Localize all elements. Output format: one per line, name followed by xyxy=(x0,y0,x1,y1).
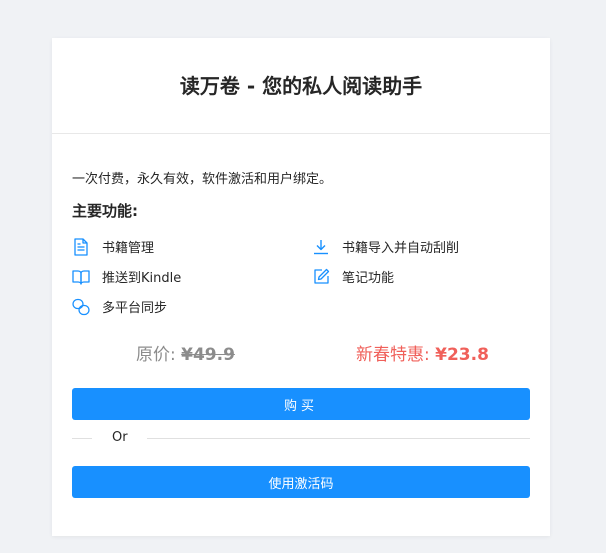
sync-icon xyxy=(72,298,90,316)
activation-code-button[interactable]: 使用激活码 xyxy=(72,466,530,498)
feature-label: 书籍管理 xyxy=(102,241,155,256)
book-icon xyxy=(72,268,90,286)
feature-label: 多平台同步 xyxy=(102,301,168,316)
sale-price: 新春特惠: ¥23.8 xyxy=(356,340,489,365)
features-title: 主要功能: xyxy=(72,202,138,220)
edit-icon xyxy=(312,268,330,286)
document-icon xyxy=(72,237,90,256)
purchase-card: 读万卷 - 您的私人阅读助手 一次付费，永久有效，软件激活和用户绑定。 主要功能… xyxy=(52,38,550,536)
feature-label: 推送到Kindle xyxy=(102,271,182,286)
page-title: 读万卷 - 您的私人阅读助手 xyxy=(179,74,423,98)
feature-label: 笔记功能 xyxy=(342,271,395,286)
or-divider: Or xyxy=(72,427,530,451)
divider-line-right xyxy=(147,438,530,439)
feature-item-kindle: 推送到Kindle xyxy=(72,267,181,286)
feature-item-notes: 笔记功能 xyxy=(312,267,394,286)
buy-button[interactable]: 购买 xyxy=(72,388,530,420)
sale-price-value: ¥23.8 xyxy=(435,345,489,365)
divider-line-left xyxy=(72,438,92,439)
original-price-value: ¥49.9 xyxy=(181,345,235,365)
feature-item-book-management: 书籍管理 xyxy=(72,237,154,256)
description: 一次付费，永久有效，软件激活和用户绑定。 xyxy=(72,172,333,187)
feature-item-sync: 多平台同步 xyxy=(72,297,167,316)
feature-label: 书籍导入并自动刮削 xyxy=(342,241,460,256)
original-price: 原价: ¥49.9 xyxy=(136,340,235,365)
download-icon xyxy=(312,238,330,256)
divider-text: Or xyxy=(112,430,128,445)
original-price-label: 原价: xyxy=(136,345,176,365)
feature-item-book-import: 书籍导入并自动刮削 xyxy=(312,237,459,256)
card-header: 读万卷 - 您的私人阅读助手 xyxy=(52,38,550,134)
sale-price-label: 新春特惠: xyxy=(356,345,430,365)
price-row: 原价: ¥49.9 新春特惠: ¥23.8 xyxy=(72,340,530,366)
